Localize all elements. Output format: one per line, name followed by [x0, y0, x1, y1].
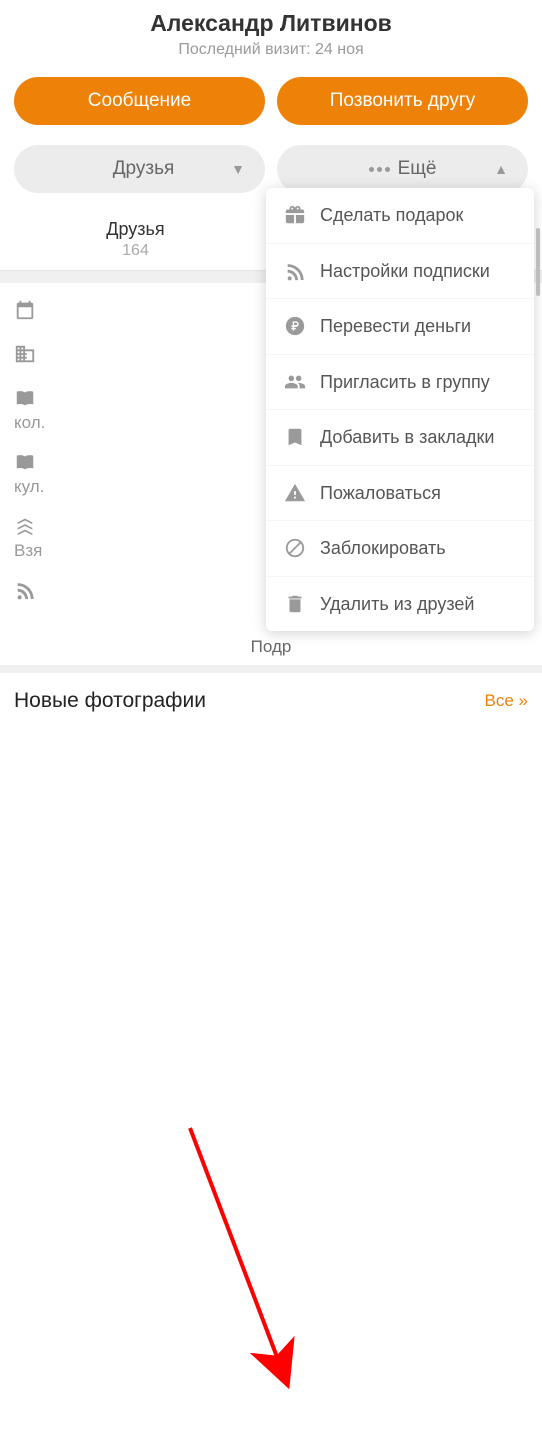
friends-dropdown-button[interactable]: Друзья ▼: [14, 145, 265, 193]
chevrons-icon: [14, 515, 36, 537]
call-button-label: Позвонить другу: [330, 90, 476, 112]
menu-item-bookmark-label: Добавить в закладки: [320, 426, 516, 449]
block-icon: [284, 537, 306, 559]
menu-item-unfriend-label: Удалить из друзей: [320, 593, 516, 616]
gift-icon: [284, 204, 306, 226]
photos-all-link[interactable]: Все »: [485, 691, 528, 711]
bookmark-icon: [284, 426, 306, 448]
trash-icon: [284, 593, 306, 615]
chevron-down-icon: ▼: [231, 161, 245, 177]
profile-header: Александр Литвинов Последний визит: 24 н…: [0, 0, 542, 67]
friends-button-label: Друзья: [113, 158, 175, 180]
menu-item-subscribe[interactable]: Настройки подписки: [266, 244, 534, 300]
last-visit: Последний визит: 24 ноя: [0, 41, 542, 59]
dots-icon: [369, 167, 390, 172]
details-link[interactable]: Подр: [0, 631, 542, 665]
menu-item-gift[interactable]: Сделать подарок: [266, 188, 534, 244]
menu-item-block-label: Заблокировать: [320, 537, 516, 560]
more-dropdown-menu: Сделать подарок Настройки подписки Перев…: [266, 188, 534, 631]
photos-section-title: Новые фотографии: [14, 689, 206, 713]
message-button[interactable]: Сообщение: [14, 77, 265, 125]
book-icon: [14, 451, 36, 473]
tab-friends-label: Друзья: [0, 219, 271, 240]
menu-item-money-label: Перевести деньги: [320, 315, 516, 338]
profile-name: Александр Литвинов: [0, 10, 542, 37]
calendar-icon: [14, 299, 36, 321]
tab-friends-count: 164: [0, 242, 271, 260]
tab-friends[interactable]: Друзья 164: [0, 211, 271, 270]
more-dropdown-button[interactable]: Ещё ▲: [277, 145, 528, 193]
menu-item-invite-label: Пригласить в группу: [320, 371, 516, 394]
call-button[interactable]: Позвонить другу: [277, 77, 528, 125]
menu-item-gift-label: Сделать подарок: [320, 204, 516, 227]
scrollbar[interactable]: [536, 228, 540, 296]
details-link-label: Подр: [251, 637, 292, 656]
ruble-icon: [284, 315, 306, 337]
building-icon: [14, 343, 36, 365]
group-icon: [284, 371, 306, 393]
rss-icon: [14, 579, 36, 601]
chevron-up-icon: ▲: [494, 161, 508, 177]
annotation-arrow: [0, 713, 542, 1434]
menu-item-complain[interactable]: Пожаловаться: [266, 466, 534, 522]
primary-actions-row: Сообщение Позвонить другу: [0, 67, 542, 135]
menu-item-complain-label: Пожаловаться: [320, 482, 516, 505]
menu-item-invite[interactable]: Пригласить в группу: [266, 355, 534, 411]
photos-section-header: Новые фотографии Все »: [0, 673, 542, 713]
book-icon: [14, 387, 36, 409]
rss-icon: [284, 260, 306, 282]
more-button-label: Ещё: [398, 158, 437, 180]
menu-item-bookmark[interactable]: Добавить в закладки: [266, 410, 534, 466]
warning-icon: [284, 482, 306, 504]
divider: [0, 665, 542, 673]
menu-item-money[interactable]: Перевести деньги: [266, 299, 534, 355]
menu-item-unfriend[interactable]: Удалить из друзей: [266, 577, 534, 632]
menu-item-block[interactable]: Заблокировать: [266, 521, 534, 577]
message-button-label: Сообщение: [88, 90, 191, 112]
menu-item-subscribe-label: Настройки подписки: [320, 260, 516, 283]
